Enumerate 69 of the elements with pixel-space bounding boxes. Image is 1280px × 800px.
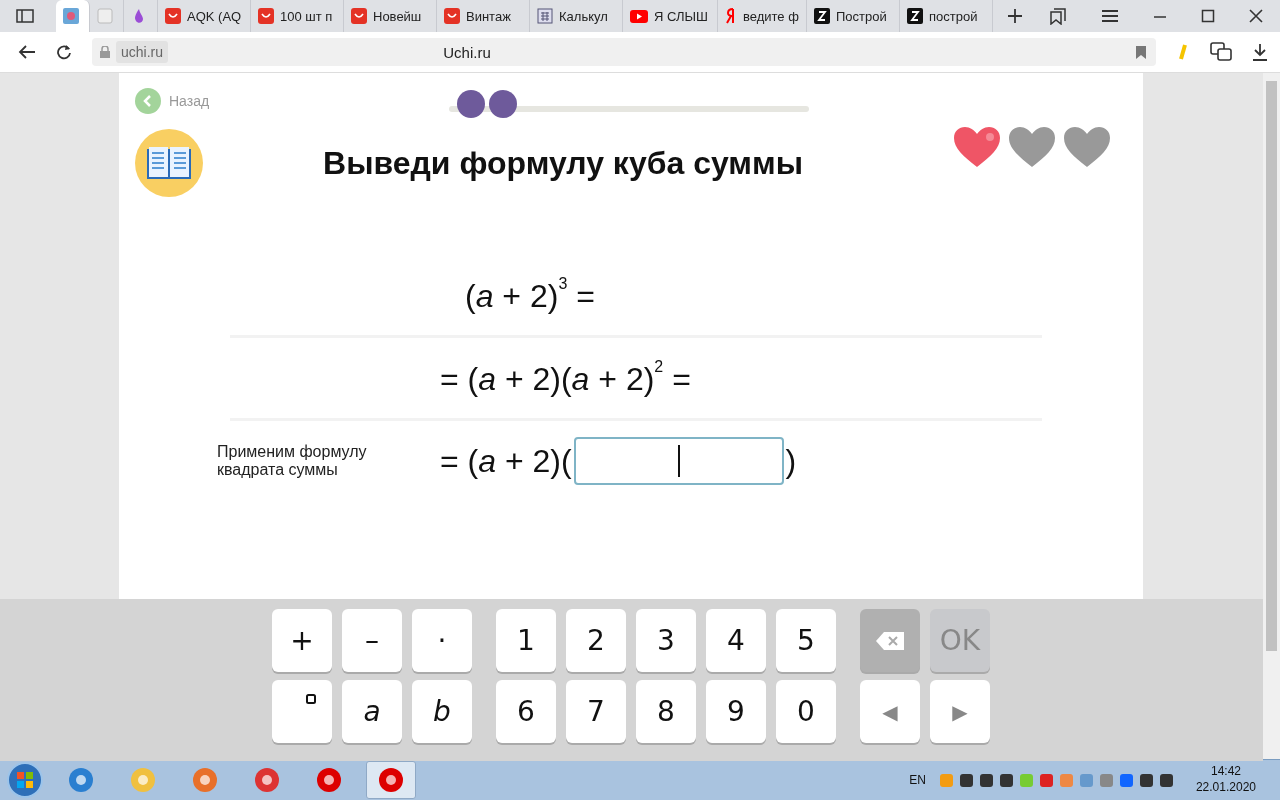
bookmarks-icon[interactable] [1049,7,1067,25]
bag-icon [444,8,460,24]
calculator-icon [537,8,553,24]
keyboard-key[interactable]: 5 [776,609,836,672]
keyboard-key[interactable]: ▶ [930,680,990,743]
keyboard-key[interactable]: · [412,609,472,672]
translate-icon[interactable] [1210,42,1232,62]
new-tab-button[interactable] [1007,8,1023,24]
app-icon [67,766,95,794]
keyboard-key[interactable]: a [342,680,402,743]
page-title: Uchi.ru [442,43,492,61]
math-expression: ) [785,442,797,480]
clock-time: 14:42 [1210,764,1241,780]
language-indicator[interactable]: EN [909,773,926,787]
maximize-icon[interactable] [1201,9,1215,23]
keyboard-key[interactable]: 8 [636,680,696,743]
address-bar[interactable]: uchi.ru Uchi.ru [92,38,1156,66]
bookmark-icon[interactable] [1136,45,1146,59]
sidebar-icon[interactable] [16,9,34,23]
domain-chip: uchi.ru [116,41,169,63]
answer-field[interactable] [573,437,784,485]
keyboard-key[interactable]: 6 [496,680,556,743]
keyboard-key[interactable]: 1 [496,609,556,672]
z-icon [907,8,923,24]
app-icon [377,766,405,794]
keyboard-key[interactable]: + [272,609,332,672]
math-expression: (a + 2)$^{3}$ = [465,275,595,315]
keyboard-key[interactable]: – [342,609,402,672]
bag-icon [258,8,274,24]
keyboard-key[interactable]: b [412,680,472,743]
keyboard-key[interactable]: 9 [706,680,766,743]
lock-icon [100,46,110,58]
clock-date: 22.01.2020 [1195,780,1256,796]
bag-icon [351,8,367,24]
z-icon [814,8,830,24]
app-icon [315,766,343,794]
clock[interactable]: 14:42 22.01.2020 [1195,764,1256,796]
keyboard-key[interactable]: 7 [566,680,626,743]
hint-text: Применим формулу квадрата суммы [217,442,368,480]
download-icon[interactable] [1252,43,1268,61]
math-expression: = (a + 2)( [440,442,572,480]
scrollbar[interactable] [1263,73,1280,759]
play-icon [630,9,648,23]
browser-tab[interactable] [56,0,90,32]
keyboard-key[interactable]: 3 [636,609,696,672]
close-icon[interactable] [1249,9,1263,23]
book-icon[interactable] [135,129,203,197]
menu-icon[interactable] [1101,9,1119,23]
back-arrow-icon[interactable] [18,44,36,60]
keyboard-key[interactable]: 2 [566,609,626,672]
scrollbar-thumb[interactable] [1266,81,1277,651]
app-icon [191,766,219,794]
ya-icon [725,8,737,24]
image-icon [63,8,79,24]
small-square-icon [306,693,316,704]
taskbar-app[interactable] [366,761,416,799]
page-icon [97,8,113,24]
task-title: Выведи формулу куба суммы [322,144,804,182]
bag-icon [165,8,181,24]
start-button[interactable] [6,761,44,799]
back-icon [135,88,161,114]
app-icon [129,766,157,794]
math-expression: = (a + 2)(a + 2)$^{2}$ = [440,358,691,398]
backspace-icon [875,630,905,651]
keyboard-key[interactable]: 0 [776,680,836,743]
reload-icon[interactable] [56,44,72,60]
keyboard-key[interactable]: ◀ [860,680,920,743]
app-icon [253,766,281,794]
keyboard-key[interactable]: 4 [706,609,766,672]
